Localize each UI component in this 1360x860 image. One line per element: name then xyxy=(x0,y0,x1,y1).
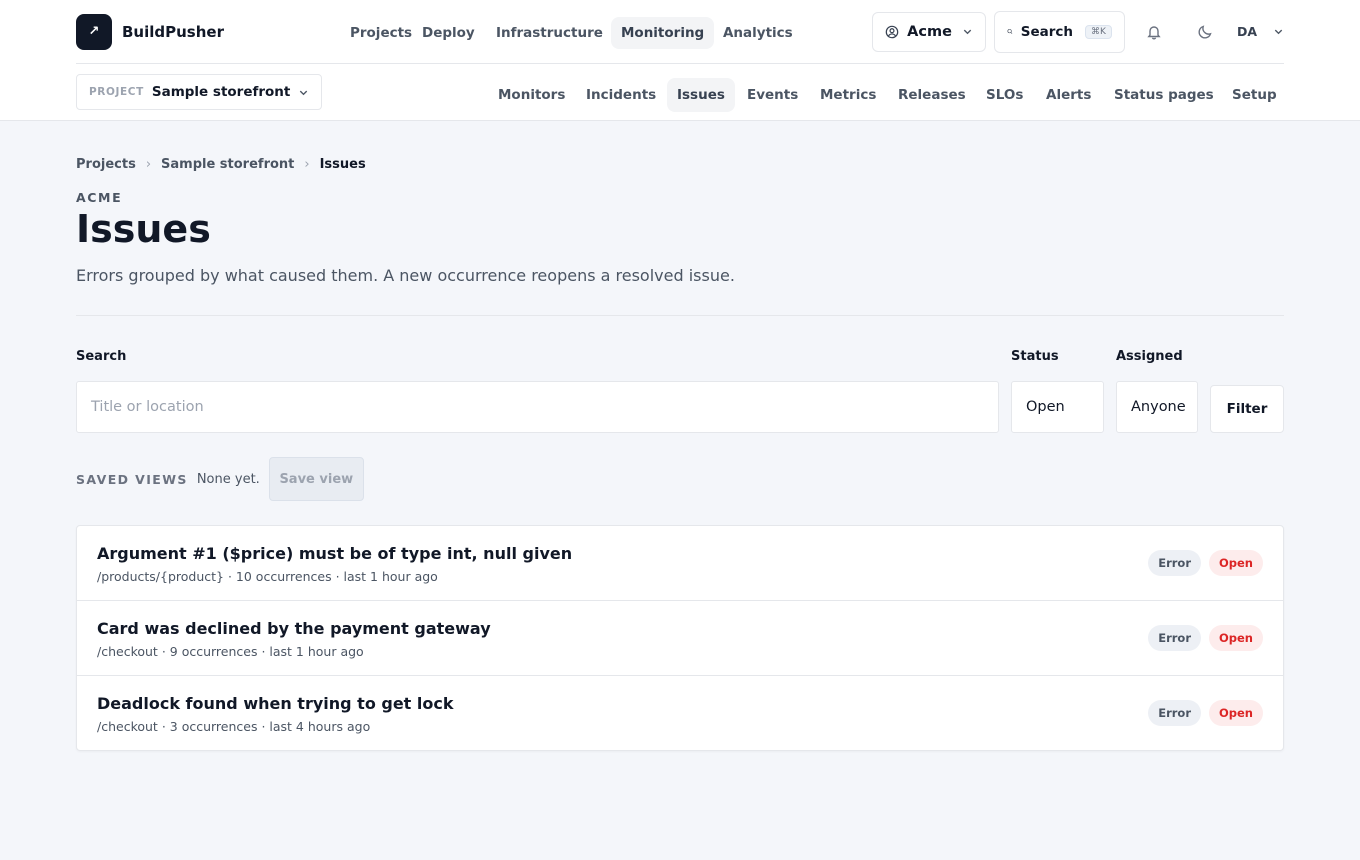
chevron-right-icon: › xyxy=(145,157,152,172)
notifications-button[interactable] xyxy=(1136,14,1172,50)
page-title: Issues xyxy=(76,207,211,251)
user-circle-icon xyxy=(885,25,899,38)
nav-projects[interactable]: Projects xyxy=(340,17,422,49)
divider xyxy=(76,315,1284,316)
project-switcher[interactable]: PROJECT Sample storefront xyxy=(76,74,323,110)
subnav-metrics[interactable]: Metrics xyxy=(810,78,886,112)
breadcrumb-current: Issues xyxy=(319,157,366,172)
issue-occurrences: 9 occurrences xyxy=(169,644,258,659)
org-name: Acme xyxy=(907,23,952,40)
moon-icon xyxy=(1198,24,1212,38)
saved-views-label: SAVED VIEWS xyxy=(76,471,188,487)
status-badge: Open xyxy=(1209,550,1263,576)
bell-icon xyxy=(1147,25,1161,40)
nav-deploy[interactable]: Deploy xyxy=(412,17,485,49)
theme-toggle-button[interactable] xyxy=(1187,14,1223,50)
issue-last-seen: last 1 hour ago xyxy=(343,569,438,584)
issue-occurrences: 10 occurrences xyxy=(235,569,332,584)
breadcrumb-projects[interactable]: Projects xyxy=(76,157,136,172)
search-input[interactable]: Title or location xyxy=(76,381,999,433)
subnav-setup[interactable]: Setup xyxy=(1222,78,1287,112)
subnav-monitors[interactable]: Monitors xyxy=(488,78,575,112)
org-kicker: ACME xyxy=(76,190,123,205)
issue-title[interactable]: Deadlock found when trying to get lock xyxy=(97,694,454,713)
brand-name[interactable]: BuildPusher xyxy=(122,23,224,41)
avatar: DA xyxy=(1236,24,1257,39)
status-badge: Open xyxy=(1209,625,1263,651)
issue-location: /products/{product} xyxy=(97,569,224,584)
subnav-status-pages[interactable]: Status pages xyxy=(1104,78,1224,112)
assigned-field-label: Assigned xyxy=(1116,349,1183,364)
org-switcher[interactable]: Acme xyxy=(872,11,986,52)
status-field-label: Status xyxy=(1011,349,1059,364)
logo-icon[interactable]: ↗ xyxy=(76,13,112,50)
subnav-events[interactable]: Events xyxy=(737,78,808,112)
issue-location: /checkout xyxy=(97,644,158,659)
saved-views: SAVED VIEWS None yet. Save view xyxy=(76,457,364,501)
project-navbar: PROJECT Sample storefront Monitors Incid… xyxy=(76,64,1284,120)
subnav-releases[interactable]: Releases xyxy=(888,78,976,112)
project-kicker: PROJECT xyxy=(89,86,144,98)
level-badge: Error xyxy=(1148,625,1201,651)
filter-button[interactable]: Filter xyxy=(1210,385,1284,433)
user-menu[interactable]: DA xyxy=(1231,24,1284,39)
search-label: Search xyxy=(1020,23,1074,40)
primary-navbar: ↗ BuildPusher Projects Deploy Infrastruc… xyxy=(76,0,1284,64)
list-item[interactable]: Argument #1 ($price) must be of type int… xyxy=(77,526,1283,601)
subnav-alerts[interactable]: Alerts xyxy=(1036,78,1101,112)
assigned-select[interactable]: Anyone xyxy=(1116,381,1198,433)
nav-analytics[interactable]: Analytics xyxy=(713,17,803,49)
issue-occurrences: 3 occurrences xyxy=(169,719,258,734)
subnav-slos[interactable]: SLOs xyxy=(976,78,1033,112)
status-badge: Open xyxy=(1209,700,1263,726)
page-description: Errors grouped by what caused them. A ne… xyxy=(76,266,735,285)
issue-meta: /checkout · 9 occurrences · last 1 hour … xyxy=(97,644,364,659)
issue-location: /checkout xyxy=(97,719,158,734)
nav-infrastructure[interactable]: Infrastructure xyxy=(486,17,613,49)
saved-views-empty: None yet. xyxy=(196,471,260,487)
shortcut-badge: ⌘K xyxy=(1085,24,1112,39)
breadcrumb: Projects › Sample storefront › Issues xyxy=(76,157,366,172)
search-button[interactable]: Search ⌘K xyxy=(993,10,1125,53)
issue-meta: /products/{product} · 10 occurrences · l… xyxy=(97,569,438,584)
search-field-label: Search xyxy=(76,349,127,364)
issues-list: Argument #1 ($price) must be of type int… xyxy=(76,525,1284,751)
nav-monitoring[interactable]: Monitoring xyxy=(610,17,715,49)
chevron-right-icon: › xyxy=(304,157,310,172)
issue-title[interactable]: Argument #1 ($price) must be of type int… xyxy=(97,544,572,563)
issue-title[interactable]: Card was declined by the payment gateway xyxy=(97,619,491,638)
list-item[interactable]: Card was declined by the payment gateway… xyxy=(77,601,1283,676)
issue-last-seen: last 4 hours ago xyxy=(269,719,371,734)
status-select[interactable]: Open xyxy=(1011,381,1104,433)
level-badge: Error xyxy=(1148,550,1201,576)
level-badge: Error xyxy=(1148,700,1201,726)
top-header: ↗ BuildPusher Projects Deploy Infrastruc… xyxy=(0,0,1360,121)
subnav-incidents[interactable]: Incidents xyxy=(576,78,666,112)
project-name: Sample storefront xyxy=(151,84,291,100)
save-view-button[interactable]: Save view xyxy=(268,457,364,501)
subnav-issues[interactable]: Issues xyxy=(667,78,735,112)
issue-last-seen: last 1 hour ago xyxy=(269,644,364,659)
search-icon xyxy=(1007,29,1013,34)
chevron-down-icon xyxy=(300,90,308,95)
list-item[interactable]: Deadlock found when trying to get lock /… xyxy=(77,676,1283,750)
issue-meta: /checkout · 3 occurrences · last 4 hours… xyxy=(97,719,371,734)
chevron-down-icon xyxy=(963,29,972,35)
breadcrumb-project[interactable]: Sample storefront xyxy=(161,157,294,172)
chevron-down-icon xyxy=(1274,29,1283,35)
